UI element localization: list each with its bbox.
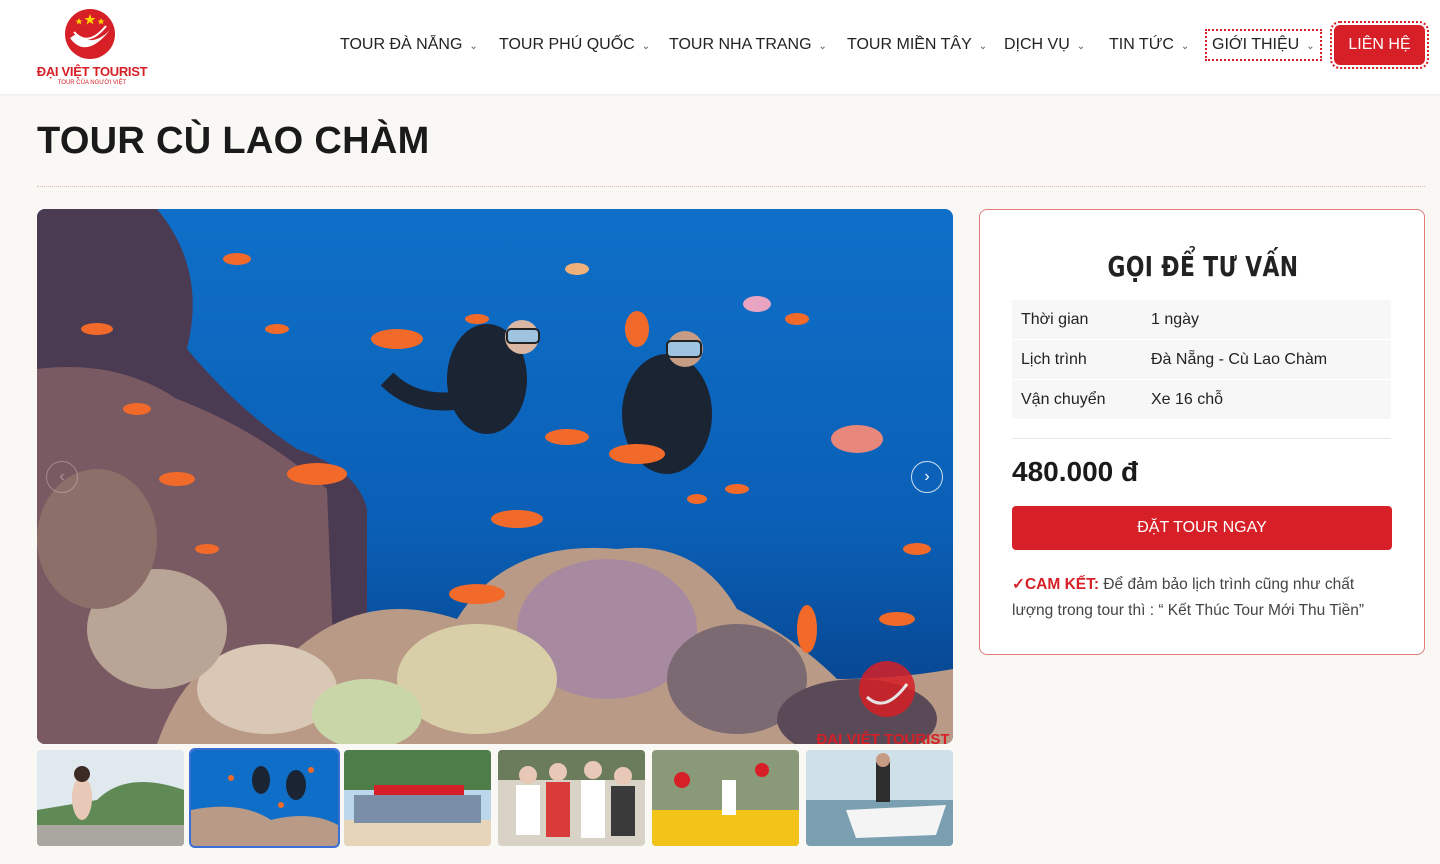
info-key: Thời gian bbox=[1021, 310, 1089, 328]
tour-info-table: Thời gian 1 ngày Lịch trình Đà Nẵng - Cù… bbox=[1012, 300, 1391, 420]
chevron-down-icon: ⌄ bbox=[469, 40, 478, 52]
nav-label: GIỚI THIỆU bbox=[1212, 36, 1300, 53]
nav-label: TOUR MIỀN TÂY bbox=[847, 36, 972, 53]
thumbnail-image bbox=[37, 750, 184, 846]
info-value: Xe 16 chỗ bbox=[1151, 390, 1224, 408]
card-title: GỌI ĐỂ TƯ VẤN bbox=[1107, 250, 1299, 283]
book-tour-button[interactable]: ĐẶT TOUR NGAY bbox=[1012, 506, 1392, 550]
chevron-down-icon: ⌄ bbox=[1076, 40, 1086, 52]
gallery-next-button[interactable]: › bbox=[911, 461, 943, 493]
thumbnail[interactable] bbox=[498, 750, 645, 846]
nav-label: TOUR PHÚ QUỐC bbox=[499, 36, 635, 53]
thumbnail-active[interactable] bbox=[189, 748, 340, 848]
watermark-logo bbox=[859, 661, 915, 717]
thumbnail-image bbox=[652, 750, 799, 846]
site-header: ĐẠI VIỆT TOURIST TOUR CỦA NGƯỜI VIỆT TOU… bbox=[0, 0, 1440, 94]
page-title: TOUR CÙ LAO CHÀM bbox=[37, 120, 430, 162]
card-divider bbox=[1012, 438, 1391, 439]
commitment-note: ✓CAM KẾT: Để đảm bảo lịch trình cũng như… bbox=[1012, 572, 1392, 624]
thumbnail-image bbox=[191, 750, 338, 846]
info-value: Đà Nẵng - Cù Lao Chàm bbox=[1151, 350, 1328, 368]
gallery-thumbnails bbox=[37, 748, 953, 848]
site-logo[interactable]: ĐẠI VIỆT TOURIST TOUR CỦA NGƯỜI VIỆT bbox=[36, 6, 148, 88]
thumbnail[interactable] bbox=[652, 750, 799, 846]
nav-item-dich-vu[interactable]: DỊCH VỤ ⌄ bbox=[1004, 33, 1085, 57]
info-key: Lịch trình bbox=[1021, 350, 1087, 368]
nav-label: TOUR ĐÀ NẴNG bbox=[340, 36, 463, 53]
info-key: Vận chuyển bbox=[1021, 390, 1106, 408]
thumbnail-image bbox=[498, 750, 645, 846]
nav-item-tour-nha-trang[interactable]: TOUR NHA TRANG ⌄ bbox=[669, 33, 827, 57]
logo-brand-text: ĐẠI VIỆT TOURIST bbox=[36, 64, 148, 79]
watermark-text: ĐẠI VIỆT TOURIST bbox=[816, 730, 949, 744]
thumbnail[interactable] bbox=[806, 750, 953, 846]
nav-label: TIN TỨC bbox=[1109, 36, 1174, 53]
info-value: 1 ngày bbox=[1151, 310, 1200, 328]
logo-emblem-icon bbox=[65, 9, 115, 59]
nav-item-tour-da-nang[interactable]: TOUR ĐÀ NẴNG ⌄ bbox=[340, 33, 478, 57]
title-divider bbox=[37, 186, 1425, 187]
main-tour-image[interactable]: ĐẠI VIỆT TOURIST bbox=[37, 209, 953, 744]
thumbnail-image bbox=[806, 750, 953, 846]
chevron-left-icon: ‹ bbox=[59, 468, 65, 485]
commitment-label: ✓CAM KẾT: bbox=[1012, 576, 1100, 593]
booking-card: GỌI ĐỂ TƯ VẤN Thời gian 1 ngày Lịch trìn… bbox=[979, 209, 1425, 655]
coral-reef-photo: ĐẠI VIỆT TOURIST bbox=[37, 209, 953, 744]
nav-item-tour-phu-quoc[interactable]: TOUR PHÚ QUỐC ⌄ bbox=[499, 33, 650, 57]
chevron-down-icon: ⌄ bbox=[818, 40, 827, 52]
info-row-itinerary: Lịch trình Đà Nẵng - Cù Lao Chàm bbox=[1012, 340, 1391, 380]
info-row-transport: Vận chuyển Xe 16 chỗ bbox=[1012, 380, 1391, 420]
nav-label: DỊCH VỤ bbox=[1004, 36, 1070, 53]
info-row-duration: Thời gian 1 ngày bbox=[1012, 300, 1391, 340]
nav-item-tin-tuc[interactable]: TIN TỨC ⌄ bbox=[1109, 33, 1189, 57]
tour-price: 480.000 đ bbox=[1012, 456, 1139, 487]
contact-button[interactable]: LIÊN HỆ bbox=[1330, 21, 1429, 69]
chevron-down-icon: ⌄ bbox=[1306, 40, 1315, 52]
chevron-down-icon: ⌄ bbox=[641, 40, 651, 52]
thumbnail[interactable] bbox=[37, 750, 184, 846]
chevron-right-icon: › bbox=[924, 468, 930, 485]
nav-item-gioi-thieu[interactable]: GIỚI THIỆU ⌄ bbox=[1205, 29, 1322, 61]
thumbnail-image bbox=[344, 750, 491, 846]
nav-item-tour-mien-tay[interactable]: TOUR MIỀN TÂY ⌄ bbox=[847, 33, 987, 57]
nav-label: TOUR NHA TRANG bbox=[669, 36, 812, 53]
logo-tagline: TOUR CỦA NGƯỜI VIỆT bbox=[57, 80, 127, 86]
thumbnail[interactable] bbox=[344, 750, 491, 846]
gallery-prev-button[interactable]: ‹ bbox=[46, 461, 78, 493]
chevron-down-icon: ⌄ bbox=[1180, 40, 1190, 52]
chevron-down-icon: ⌄ bbox=[978, 40, 988, 52]
